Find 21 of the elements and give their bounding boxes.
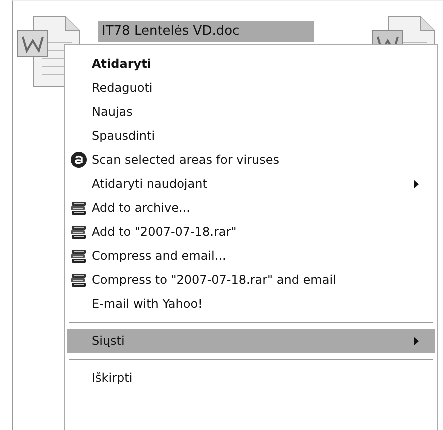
menu-item[interactable]: Compress to "2007-07-18.rar" and email — [67, 268, 435, 292]
menu-item[interactable]: Redaguoti — [67, 76, 435, 100]
menu-item[interactable]: Atidaryti naudojant — [67, 172, 435, 196]
menu-item[interactable]: Add to "2007-07-18.rar" — [67, 220, 435, 244]
archive-icon — [71, 200, 87, 216]
menu-item[interactable]: Iškirpti — [67, 366, 435, 390]
archive-icon — [71, 224, 87, 240]
menu-item[interactable]: E-mail with Yahoo! — [67, 292, 435, 316]
menu-item[interactable]: Scan selected areas for viruses — [67, 148, 435, 172]
antivirus-icon — [71, 152, 87, 168]
menu-item[interactable]: Compress and email... — [67, 244, 435, 268]
menu-item[interactable]: Atidaryti — [67, 52, 435, 76]
submenu-arrow-icon — [414, 336, 419, 346]
menu-item[interactable]: Siųsti — [67, 329, 435, 353]
submenu-arrow-icon — [414, 180, 419, 188]
file-name[interactable]: IT78 Lentelės VD.doc — [98, 21, 314, 42]
menu-item[interactable]: Spausdinti — [67, 124, 435, 148]
archive-icon — [71, 272, 87, 288]
menu-item[interactable]: Add to archive... — [67, 196, 435, 220]
archive-icon — [71, 248, 87, 264]
menu-item[interactable]: Naujas — [67, 100, 435, 124]
